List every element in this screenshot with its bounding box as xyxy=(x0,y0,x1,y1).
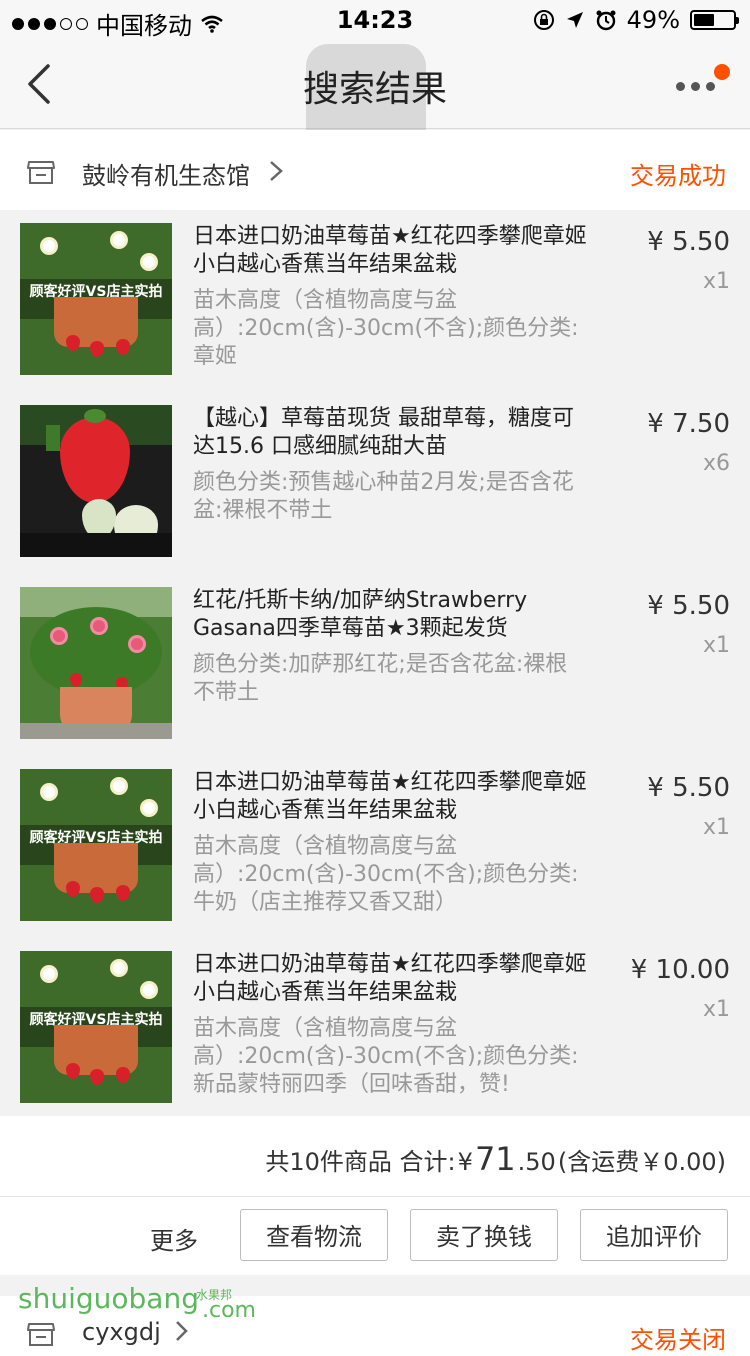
more-options-button[interactable] xyxy=(670,64,730,98)
more-actions-link[interactable]: 更多 xyxy=(150,1221,198,1256)
location-arrow-icon xyxy=(566,12,583,28)
total-decimal: .50 xyxy=(517,1148,556,1176)
product-price: ¥ 5.50 xyxy=(647,227,730,257)
product-spec: 苗木高度（含植物高度与盆高）:20cm(含)-30cm(不含);颜色分类:章姬 xyxy=(193,288,579,369)
watermark-domain: .com xyxy=(202,1298,256,1323)
store-icon xyxy=(27,1323,55,1346)
page-title: 搜索结果 xyxy=(302,69,447,110)
order-total: 共10件商品 合计: ¥ 71 .50 (含运费￥0.00) xyxy=(265,1140,726,1178)
store-icon xyxy=(27,161,55,184)
watermark-text: shuiguobang xyxy=(18,1282,199,1315)
alarm-clock-icon xyxy=(596,10,616,31)
product-thumbnail[interactable] xyxy=(20,587,172,739)
product-title: 【越心】草莓苗现货 最甜草莓，糖度可达15.6 口感细腻纯甜大苗 xyxy=(193,406,574,459)
more-dots-icon xyxy=(676,82,715,91)
product-spec: 颜色分类:加萨那红花;是否含花盆:裸根不带土 xyxy=(193,652,568,705)
product-quantity: x1 xyxy=(702,269,730,294)
product-quantity: x1 xyxy=(702,997,730,1022)
product-spec: 苗木高度（含植物高度与盆高）:20cm(含)-30cm(不含);颜色分类:牛奶（… xyxy=(193,834,579,915)
product-quantity: x6 xyxy=(702,451,730,476)
product-spec: 苗木高度（含植物高度与盆高）:20cm(含)-30cm(不含);颜色分类:新品蒙… xyxy=(193,1016,579,1097)
total-integer: 71 xyxy=(474,1140,516,1178)
order-status: 交易成功 xyxy=(630,162,726,190)
order-item[interactable]: 红花/托斯卡纳/加萨纳Strawberry Gasana四季草莓苗★3颗起发货 … xyxy=(0,575,750,751)
order-item[interactable]: 顾客好评VS店主实拍 鼓岭有机生态馆 日本进口奶油草莓苗★红花四季攀爬章姬小白越… xyxy=(0,757,750,933)
resell-button[interactable]: 卖了换钱 xyxy=(410,1209,558,1261)
product-title: 日本进口奶油草莓苗★红花四季攀爬章姬小白越心香蕉当年结果盆栽 xyxy=(193,770,587,823)
shop-name[interactable]: 鼓岭有机生态馆 xyxy=(82,156,250,191)
product-title: 红花/托斯卡纳/加萨纳Strawberry Gasana四季草莓苗★3颗起发货 xyxy=(193,588,528,641)
product-price: ¥ 5.50 xyxy=(647,773,730,803)
battery-percent: 49% xyxy=(626,6,680,34)
item-count-label: 共10件商品 合计: xyxy=(265,1148,456,1176)
shipping-fee: (含运费￥0.00) xyxy=(557,1148,726,1176)
chevron-right-icon xyxy=(176,1321,188,1341)
nav-bar: 搜索结果 xyxy=(0,40,750,164)
product-thumbnail[interactable]: 顾客好评VS店主实拍 鼓岭有机生态馆 xyxy=(20,951,172,1103)
shop-header[interactable]: 鼓岭有机生态馆 交易成功 xyxy=(0,130,750,210)
view-logistics-button[interactable]: 查看物流 xyxy=(240,1209,388,1261)
product-thumbnail[interactable]: 顾客好评VS店主实拍 鼓岭有机生态馆 xyxy=(20,223,172,375)
battery-icon xyxy=(690,10,739,30)
status-bar: 中国移动 14:23 49% xyxy=(0,0,750,40)
product-quantity: x1 xyxy=(702,815,730,840)
chevron-right-icon xyxy=(270,161,283,181)
notification-badge xyxy=(714,64,730,80)
product-title: 日本进口奶油草莓苗★红花四季攀爬章姬小白越心香蕉当年结果盆栽 xyxy=(193,224,587,277)
product-spec: 颜色分类:预售越心种苗2月发;是否含花盆:裸根不带土 xyxy=(193,470,574,523)
product-price: ¥ 5.50 xyxy=(647,591,730,621)
product-title: 日本进口奶油草莓苗★红花四季攀爬章姬小白越心香蕉当年结果盆栽 xyxy=(193,952,587,1005)
order-item[interactable]: 顾客好评VS店主实拍 鼓岭有机生态馆 日本进口奶油草莓苗★红花四季攀爬章姬小白越… xyxy=(0,939,750,1115)
order-item[interactable]: 顾客好评VS店主实拍 鼓岭有机生态馆 日本进口奶油草莓苗★红花四季攀爬章姬小白越… xyxy=(0,211,750,387)
product-thumbnail[interactable] xyxy=(20,405,172,557)
order-status: 交易关闭 xyxy=(630,1326,726,1354)
add-review-button[interactable]: 追加评价 xyxy=(580,1209,728,1261)
order-item[interactable]: 【越心】草莓苗现货 最甜草莓，糖度可达15.6 口感细腻纯甜大苗 颜色分类:预售… xyxy=(0,393,750,569)
product-price: ¥ 7.50 xyxy=(647,409,730,439)
product-thumbnail[interactable]: 顾客好评VS店主实拍 鼓岭有机生态馆 xyxy=(20,769,172,921)
product-quantity: x1 xyxy=(702,633,730,658)
orientation-lock-icon xyxy=(533,10,554,30)
shop-name[interactable]: cyxgdj xyxy=(82,1318,161,1346)
order-summary: 共10件商品 合计: ¥ 71 .50 (含运费￥0.00) xyxy=(0,1116,750,1197)
currency-symbol: ¥ xyxy=(457,1148,473,1176)
product-price: ¥ 10.00 xyxy=(630,955,730,985)
status-right: 49% xyxy=(533,6,739,34)
order-actions: 更多 查看物流 卖了换钱 追加评价 xyxy=(0,1197,750,1275)
